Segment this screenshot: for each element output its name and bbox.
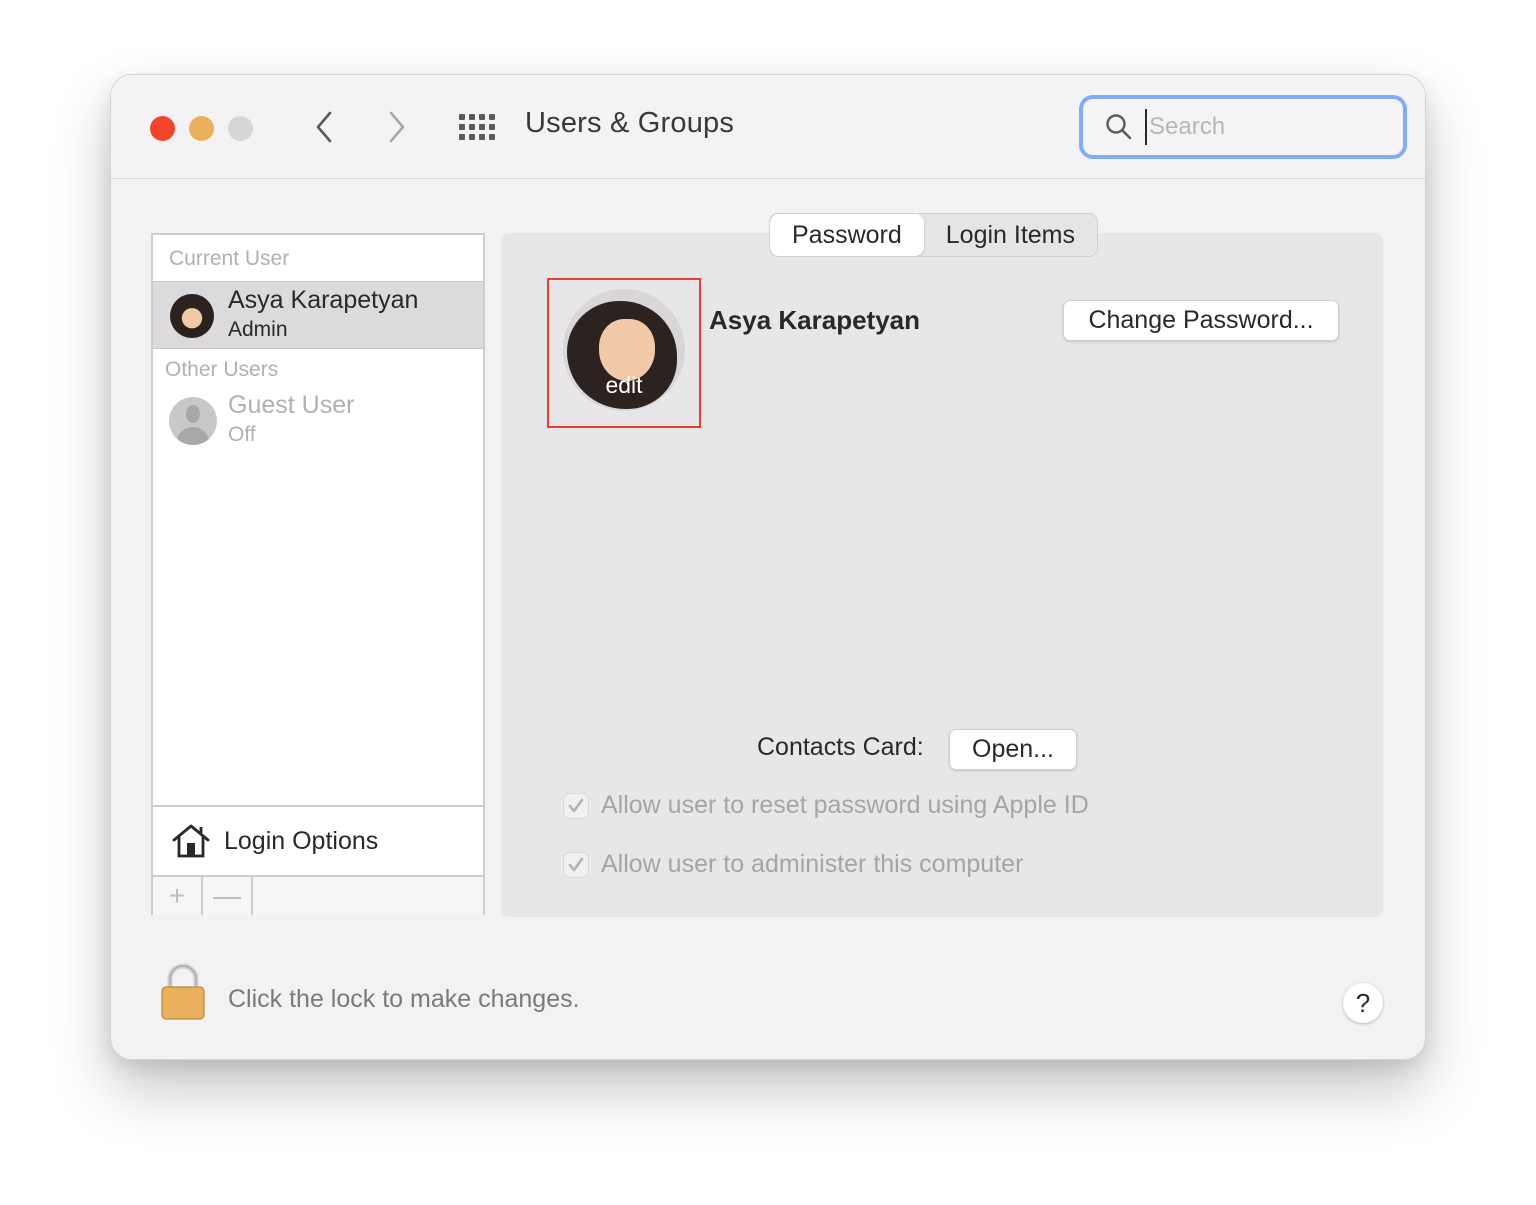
window-title: Users & Groups xyxy=(525,107,735,139)
login-options-label: Login Options xyxy=(224,827,379,855)
change-password-button[interactable]: Change Password... xyxy=(1063,300,1339,341)
tab-password[interactable]: Password xyxy=(770,214,924,256)
guest-avatar-icon xyxy=(169,397,217,445)
tab-login-items[interactable]: Login Items xyxy=(924,214,1097,256)
lock-button[interactable] xyxy=(160,963,206,1026)
checkmark-icon xyxy=(568,857,584,871)
back-button[interactable] xyxy=(304,105,344,149)
profile-name: Asya Karapetyan xyxy=(709,305,920,335)
users-groups-window: Users & Groups Current User Asya Karapet… xyxy=(110,74,1426,1060)
avatar-edit-label: edit xyxy=(605,372,643,398)
administer-checkbox[interactable] xyxy=(563,851,589,878)
contacts-card-label: Contacts Card: xyxy=(757,733,924,761)
close-button[interactable] xyxy=(150,116,175,141)
sidebar-bottom-bar: + — xyxy=(153,875,483,915)
user-name: Asya Karapetyan xyxy=(228,286,419,314)
reset-password-checkbox[interactable] xyxy=(563,792,589,819)
titlebar: Users & Groups xyxy=(111,75,1425,179)
users-sidebar: Current User Asya Karapetyan Admin Other… xyxy=(151,233,485,915)
guest-user-status: Off xyxy=(228,423,256,446)
other-users-heading: Other Users xyxy=(165,358,279,381)
show-all-button[interactable] xyxy=(456,111,496,143)
chevron-left-icon xyxy=(316,111,332,143)
current-user-heading: Current User xyxy=(169,247,290,270)
lock-message: Click the lock to make changes. xyxy=(228,985,580,1013)
search-icon xyxy=(1106,114,1132,140)
house-icon xyxy=(172,824,210,858)
minimize-button[interactable] xyxy=(189,116,214,141)
reset-password-label: Allow user to reset password using Apple… xyxy=(601,791,1089,819)
avatar[interactable]: edit xyxy=(563,289,685,411)
guest-user-name: Guest User xyxy=(228,391,355,419)
administer-computer-option[interactable]: Allow user to administer this computer xyxy=(563,850,1023,879)
user-role: Admin xyxy=(228,318,288,341)
user-row-current[interactable]: Asya Karapetyan Admin xyxy=(153,281,483,349)
reset-password-apple-id-option[interactable]: Allow user to reset password using Apple… xyxy=(563,791,1089,820)
lock-icon xyxy=(161,963,205,1020)
login-options-item[interactable]: Login Options xyxy=(153,805,483,875)
avatar-edit-highlight[interactable]: edit xyxy=(547,278,701,428)
checkmark-icon xyxy=(568,798,584,812)
tab-bar: Password Login Items xyxy=(769,213,1099,257)
administer-label: Allow user to administer this computer xyxy=(601,850,1024,878)
search-field[interactable] xyxy=(1079,95,1407,159)
forward-button[interactable] xyxy=(377,105,417,149)
user-row-guest[interactable]: Guest User Off xyxy=(153,389,483,451)
search-input[interactable] xyxy=(1145,109,1385,145)
zoom-button[interactable] xyxy=(228,116,253,141)
remove-user-button[interactable]: — xyxy=(203,877,253,915)
open-contacts-button[interactable]: Open... xyxy=(949,729,1077,770)
help-button[interactable]: ? xyxy=(1343,983,1383,1023)
chevron-right-icon xyxy=(389,111,405,143)
avatar xyxy=(170,294,214,338)
add-user-button[interactable]: + xyxy=(153,877,203,915)
